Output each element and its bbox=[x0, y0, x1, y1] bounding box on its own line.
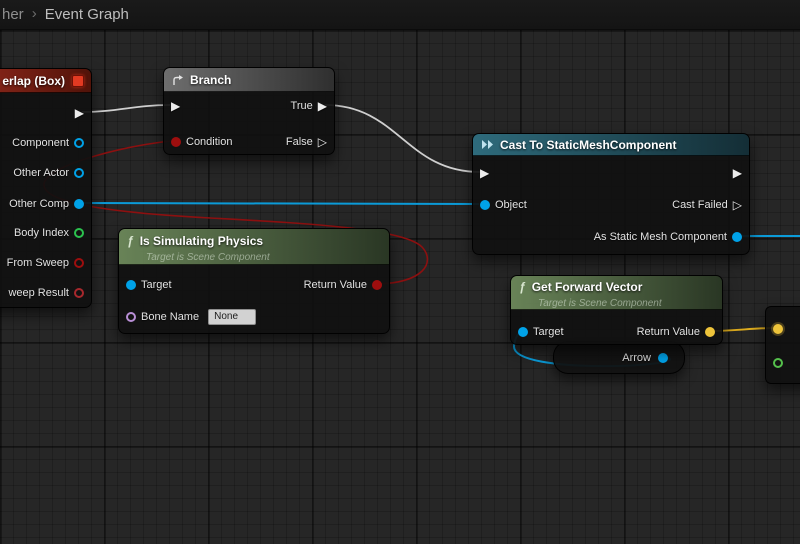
node-subtitle: Target is Scene Component bbox=[538, 297, 662, 309]
pin-label: Object bbox=[495, 199, 527, 211]
pin-label: Target bbox=[533, 326, 564, 338]
node-is-simulating-physics[interactable]: ƒ Is Simulating Physics Target is Scene … bbox=[118, 228, 390, 334]
pin-label: True bbox=[290, 100, 313, 112]
node-title: Get Forward Vector bbox=[531, 279, 643, 294]
exec-out-pin-row[interactable]: ▶ bbox=[75, 105, 84, 121]
get-forward-vector-header[interactable]: ƒ Get Forward Vector Target is Scene Com… bbox=[511, 276, 722, 310]
pin-label: Body Index bbox=[13, 227, 69, 239]
pin-label: Other Actor bbox=[13, 167, 69, 179]
false-exec-icon[interactable]: ▷ bbox=[318, 136, 327, 148]
pin-row-cast-failed[interactable]: Cast Failed ▷ bbox=[672, 197, 742, 213]
exec-out-icon[interactable]: ▶ bbox=[75, 107, 84, 119]
other-actor-pin[interactable] bbox=[74, 168, 84, 178]
node-title: Cast To StaticMeshComponent bbox=[500, 137, 677, 152]
pin-label: Bone Name bbox=[141, 311, 200, 323]
pin-row-from-sweep[interactable]: From Sweep bbox=[7, 255, 84, 271]
object-pin[interactable] bbox=[480, 200, 490, 210]
function-icon: ƒ bbox=[519, 279, 526, 294]
pin-row-return-value[interactable]: Return Value bbox=[637, 324, 715, 340]
pin-label: Component bbox=[12, 137, 69, 149]
exec-in-pin-row[interactable]: ▶ bbox=[480, 165, 489, 181]
branch-icon bbox=[173, 74, 183, 85]
event-node-header[interactable]: erlap (Box) bbox=[0, 69, 91, 93]
node-title: Is Simulating Physics bbox=[139, 233, 264, 248]
bone-name-pin[interactable] bbox=[126, 312, 136, 322]
component-pin[interactable] bbox=[74, 138, 84, 148]
pin-row-target[interactable]: Target bbox=[126, 277, 172, 293]
pin-label: As Static Mesh Component bbox=[593, 231, 727, 243]
return-value-pin[interactable] bbox=[372, 280, 382, 290]
condition-pin[interactable] bbox=[171, 137, 181, 147]
node-cast-to-staticmeshcomponent[interactable]: Cast To StaticMeshComponent ▶ Object ▶ C… bbox=[472, 133, 750, 255]
node-partial-right[interactable] bbox=[765, 306, 800, 384]
pin-row-other-comp[interactable]: Other Comp bbox=[9, 196, 84, 212]
cast-failed-exec-icon[interactable]: ▷ bbox=[733, 199, 742, 211]
pin-row-component[interactable]: Component bbox=[12, 135, 84, 151]
variable-label: Arrow bbox=[622, 351, 651, 364]
pin-row-target[interactable]: Target bbox=[518, 324, 564, 340]
exec-in-pin-row[interactable]: ▶ bbox=[171, 98, 180, 114]
node-event-overlap[interactable]: erlap (Box) ▶ Component Other Actor Othe… bbox=[0, 68, 92, 308]
node-get-forward-vector[interactable]: ƒ Get Forward Vector Target is Scene Com… bbox=[510, 275, 723, 345]
return-value-pin[interactable] bbox=[705, 327, 715, 337]
pin-label: Other Comp bbox=[9, 198, 69, 210]
breadcrumb-parent[interactable]: her bbox=[2, 6, 24, 23]
pin-label: Return Value bbox=[636, 326, 700, 338]
branch-node-header[interactable]: Branch bbox=[164, 68, 334, 92]
pin-row-condition[interactable]: Condition bbox=[171, 134, 232, 150]
node-title: erlap (Box) bbox=[2, 73, 65, 88]
body-index-pin[interactable] bbox=[74, 228, 84, 238]
pin-label: Cast Failed bbox=[672, 199, 728, 211]
pin-label: Condition bbox=[186, 136, 233, 148]
target-pin[interactable] bbox=[126, 280, 136, 290]
breadcrumb: her › Event Graph bbox=[0, 0, 800, 30]
sweep-result-pin[interactable] bbox=[74, 288, 84, 298]
pin-label: weep Result bbox=[8, 287, 69, 299]
node-title: Branch bbox=[190, 72, 232, 87]
exec-out-icon[interactable]: ▶ bbox=[733, 167, 742, 179]
pin-row-sweep-result[interactable]: weep Result bbox=[8, 285, 84, 301]
exec-in-icon[interactable]: ▶ bbox=[480, 167, 489, 179]
arrow-output-pin[interactable] bbox=[658, 352, 668, 363]
is-simulating-physics-header[interactable]: ƒ Is Simulating Physics Target is Scene … bbox=[119, 229, 389, 265]
node-subtitle: Target is Scene Component bbox=[146, 251, 270, 263]
bone-name-field[interactable]: None bbox=[208, 309, 257, 325]
float-input-pin[interactable] bbox=[773, 358, 783, 368]
pin-row-vector-input[interactable] bbox=[773, 321, 783, 337]
exec-in-icon[interactable]: ▶ bbox=[171, 100, 180, 112]
as-static-mesh-pin[interactable] bbox=[732, 232, 742, 242]
pin-row-bone-name[interactable]: Bone Name None bbox=[126, 309, 257, 325]
pin-row-float-input[interactable] bbox=[773, 355, 783, 371]
exec-out-pin-row[interactable]: ▶ bbox=[733, 165, 742, 181]
pin-row-as-static-mesh[interactable]: As Static Mesh Component bbox=[594, 229, 742, 245]
pin-row-other-actor[interactable]: Other Actor bbox=[13, 165, 84, 181]
pin-label: Return Value bbox=[303, 279, 367, 291]
pin-row-true[interactable]: True ▶ bbox=[291, 98, 327, 114]
pin-label: False bbox=[285, 136, 313, 148]
pin-row-object[interactable]: Object bbox=[480, 197, 527, 213]
blueprint-editor: erlap (Box) ▶ Component Other Actor Othe… bbox=[0, 0, 800, 544]
vector-input-pin[interactable] bbox=[773, 324, 783, 334]
node-branch[interactable]: Branch ▶ Condition True ▶ False ▷ bbox=[163, 67, 335, 155]
pin-label: Target bbox=[141, 279, 172, 291]
pin-label: From Sweep bbox=[6, 257, 69, 269]
pin-row-false[interactable]: False ▷ bbox=[286, 134, 327, 150]
event-icon bbox=[72, 74, 84, 87]
breadcrumb-current[interactable]: Event Graph bbox=[45, 6, 129, 23]
pin-row-body-index[interactable]: Body Index bbox=[14, 225, 84, 241]
target-pin[interactable] bbox=[518, 327, 528, 337]
node-arrow-variable[interactable]: Arrow bbox=[553, 341, 685, 374]
other-comp-pin[interactable] bbox=[74, 199, 84, 209]
function-icon: ƒ bbox=[127, 233, 134, 248]
from-sweep-pin[interactable] bbox=[74, 258, 84, 268]
pin-row-return-value[interactable]: Return Value bbox=[304, 277, 382, 293]
true-exec-icon[interactable]: ▶ bbox=[318, 100, 327, 112]
cast-icon bbox=[482, 140, 493, 149]
chevron-right-icon: › bbox=[31, 5, 37, 22]
cast-node-header[interactable]: Cast To StaticMeshComponent bbox=[473, 134, 749, 156]
